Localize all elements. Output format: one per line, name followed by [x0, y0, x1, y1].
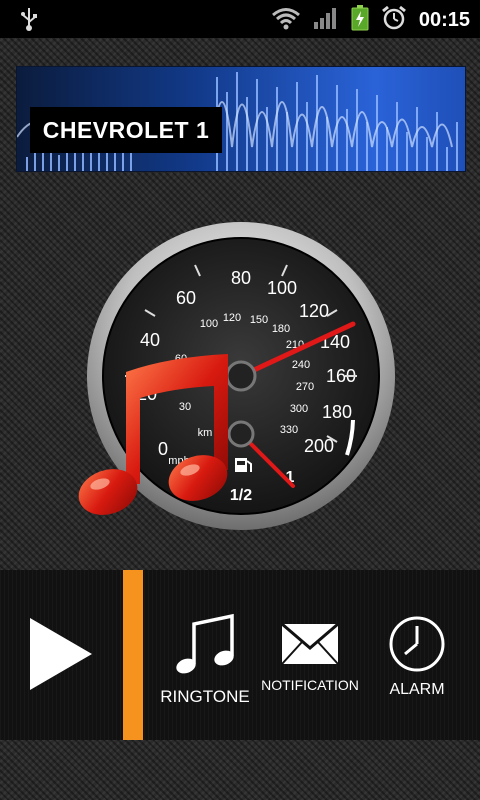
status-time: 00:15	[418, 9, 470, 31]
envelope-icon	[281, 622, 339, 665]
dial-label-inner-120: 120	[223, 312, 241, 324]
play-button[interactable]	[26, 616, 96, 692]
play-icon	[30, 618, 92, 690]
status-bar: 00:15	[0, 0, 480, 38]
battery-charging-icon	[351, 5, 369, 36]
dial-label-outer-180: 180	[322, 402, 352, 422]
alarm-clock-icon	[381, 5, 407, 36]
dial-label-inner-330: 330	[280, 424, 298, 436]
dial-label-inner-240: 240	[292, 359, 310, 371]
alarm-label: ALARM	[389, 681, 445, 698]
dial-label-inner-300: 300	[290, 403, 308, 415]
accent-divider	[123, 570, 143, 740]
ringtone-label: RINGTONE	[160, 687, 250, 706]
dial-label-inner-100: 100	[200, 318, 218, 330]
notification-label: NOTIFICATION	[261, 677, 359, 693]
dial-label-outer-40: 40	[140, 330, 160, 350]
track-title: CHEVROLET 1	[30, 107, 222, 153]
dial-label-outer-80: 80	[231, 268, 251, 288]
music-note-icon	[78, 352, 238, 537]
dial-label-inner-150: 150	[250, 314, 268, 326]
signal-icon	[313, 6, 339, 35]
dial-label-inner-270: 270	[296, 381, 314, 393]
notification-button[interactable]: NOTIFICATION	[258, 612, 362, 693]
dial-label-inner-180: 180	[272, 323, 290, 335]
dial-label-outer-100: 100	[267, 278, 297, 298]
dial-label-outer-60: 60	[176, 288, 196, 308]
wifi-icon	[271, 6, 301, 35]
alarm-button[interactable]: ALARM	[372, 612, 462, 699]
dial-label-outer-120: 120	[299, 301, 329, 321]
clock-icon	[389, 616, 445, 672]
usb-icon	[18, 6, 40, 37]
dial-label-outer-200: 200	[304, 436, 334, 456]
music-notes-icon	[176, 613, 234, 674]
ringtone-button[interactable]: RINGTONE	[150, 612, 260, 707]
